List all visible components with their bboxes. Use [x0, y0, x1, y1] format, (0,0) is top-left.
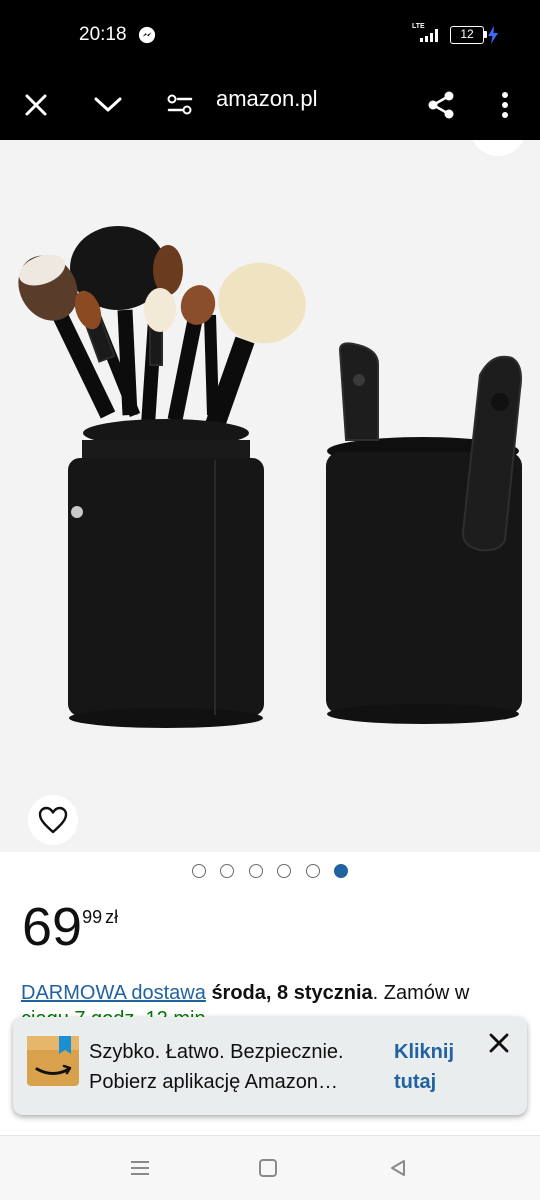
pagination-dot-active[interactable]	[334, 864, 348, 878]
more-menu-button[interactable]	[482, 82, 528, 128]
brush-cup-left	[68, 419, 264, 728]
recent-apps-button[interactable]	[124, 1154, 156, 1182]
more-vert-icon	[502, 92, 508, 118]
home-icon	[259, 1159, 277, 1177]
banner-cta-line2: tutaj	[394, 1071, 437, 1093]
battery-level: 12	[460, 27, 474, 41]
share-icon	[428, 91, 454, 119]
site-settings-icon	[167, 94, 193, 115]
messenger-icon	[138, 26, 156, 44]
pagination-dot[interactable]	[192, 864, 206, 878]
close-icon	[25, 94, 47, 116]
wishlist-button[interactable]	[28, 795, 78, 845]
banner-close-button[interactable]	[483, 1027, 515, 1059]
minimize-button[interactable]	[85, 82, 131, 128]
price-currency: zł	[105, 907, 119, 927]
pagination-dot[interactable]	[306, 864, 320, 878]
url-text[interactable]: amazon.pl	[216, 85, 318, 113]
delivery-info: DARMOWA dostawa środa, 8 stycznia. Zamów…	[21, 980, 540, 1006]
free-delivery-link[interactable]: DARMOWA dostawa	[21, 982, 206, 1004]
pagination-dot[interactable]	[277, 864, 291, 878]
back-icon	[391, 1160, 405, 1176]
banner-line1: Szybko. Łatwo. Bezpiecznie.	[89, 1041, 344, 1063]
delivery-date: środa, 8 stycznia	[211, 982, 373, 1004]
banner-line2: Pobierz aplikację Amazon…	[89, 1071, 339, 1093]
heart-outline-icon	[38, 806, 68, 834]
chevron-down-icon	[94, 97, 122, 112]
pagination-dot[interactable]	[220, 864, 234, 878]
product-image-gallery[interactable]	[0, 140, 540, 852]
delivery-rest: . Zamów w	[372, 982, 470, 1004]
system-nav-bar	[0, 1135, 540, 1200]
charging-bolt-icon	[488, 26, 498, 44]
product-image	[18, 226, 522, 728]
gallery-pagination	[0, 862, 540, 880]
product-price: 6999 zł	[22, 895, 118, 959]
pagination-dot[interactable]	[249, 864, 263, 878]
app-download-banner[interactable]: Szybko. Łatwo. Bezpiecznie. Pobierz apli…	[13, 1017, 527, 1115]
site-settings-button[interactable]	[157, 82, 203, 128]
back-button[interactable]	[382, 1154, 414, 1182]
banner-message: Szybko. Łatwo. Bezpiecznie. Pobierz apli…	[89, 1037, 344, 1097]
price-whole: 69	[22, 897, 83, 957]
brush-cup-right	[326, 342, 522, 724]
banner-cta-link[interactable]: Kliknij tutaj	[394, 1037, 454, 1097]
battery-icon: 12	[450, 26, 484, 44]
screen: 20:18 LTE 12 amazon.pl 6999 zł DARMOWA d…	[0, 0, 540, 1200]
close-tab-button[interactable]	[13, 82, 59, 128]
close-icon	[489, 1033, 509, 1053]
status-time: 20:18	[79, 24, 127, 45]
price-fraction: 99	[82, 907, 103, 927]
home-button[interactable]	[252, 1154, 284, 1182]
status-bar: 20:18 LTE 12	[0, 0, 540, 70]
browser-toolbar: amazon.pl	[0, 70, 540, 140]
recent-apps-icon	[131, 1161, 149, 1175]
amazon-app-icon	[27, 1036, 79, 1086]
share-button[interactable]	[418, 82, 464, 128]
banner-cta-line1: Kliknij	[394, 1041, 455, 1063]
